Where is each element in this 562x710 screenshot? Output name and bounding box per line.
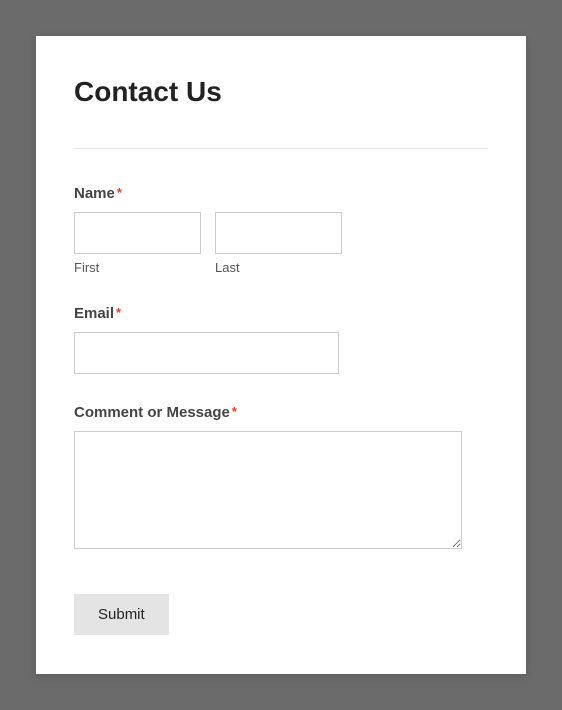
page-title: Contact Us: [74, 76, 488, 108]
name-row: First Last: [74, 212, 488, 275]
message-textarea[interactable]: [74, 431, 462, 549]
email-label: Email*: [74, 305, 488, 322]
first-name-input[interactable]: [74, 212, 201, 254]
name-label-text: Name: [74, 185, 115, 202]
required-mark: *: [116, 305, 121, 320]
last-name-input[interactable]: [215, 212, 342, 254]
message-label: Comment or Message*: [74, 404, 488, 421]
first-name-sublabel: First: [74, 260, 201, 275]
required-mark: *: [117, 185, 122, 200]
last-name-col: Last: [215, 212, 342, 275]
last-name-sublabel: Last: [215, 260, 342, 275]
first-name-col: First: [74, 212, 201, 275]
submit-button[interactable]: Submit: [74, 594, 169, 635]
contact-form-container: Contact Us Name* First Last Email* Comme…: [36, 36, 526, 674]
email-label-text: Email: [74, 305, 114, 322]
name-label: Name*: [74, 185, 488, 202]
divider: [74, 148, 488, 149]
required-mark: *: [232, 404, 237, 419]
email-input[interactable]: [74, 332, 339, 374]
message-field-group: Comment or Message*: [74, 404, 488, 554]
name-field-group: Name* First Last: [74, 185, 488, 275]
email-field-group: Email*: [74, 305, 488, 374]
message-label-text: Comment or Message: [74, 404, 230, 421]
